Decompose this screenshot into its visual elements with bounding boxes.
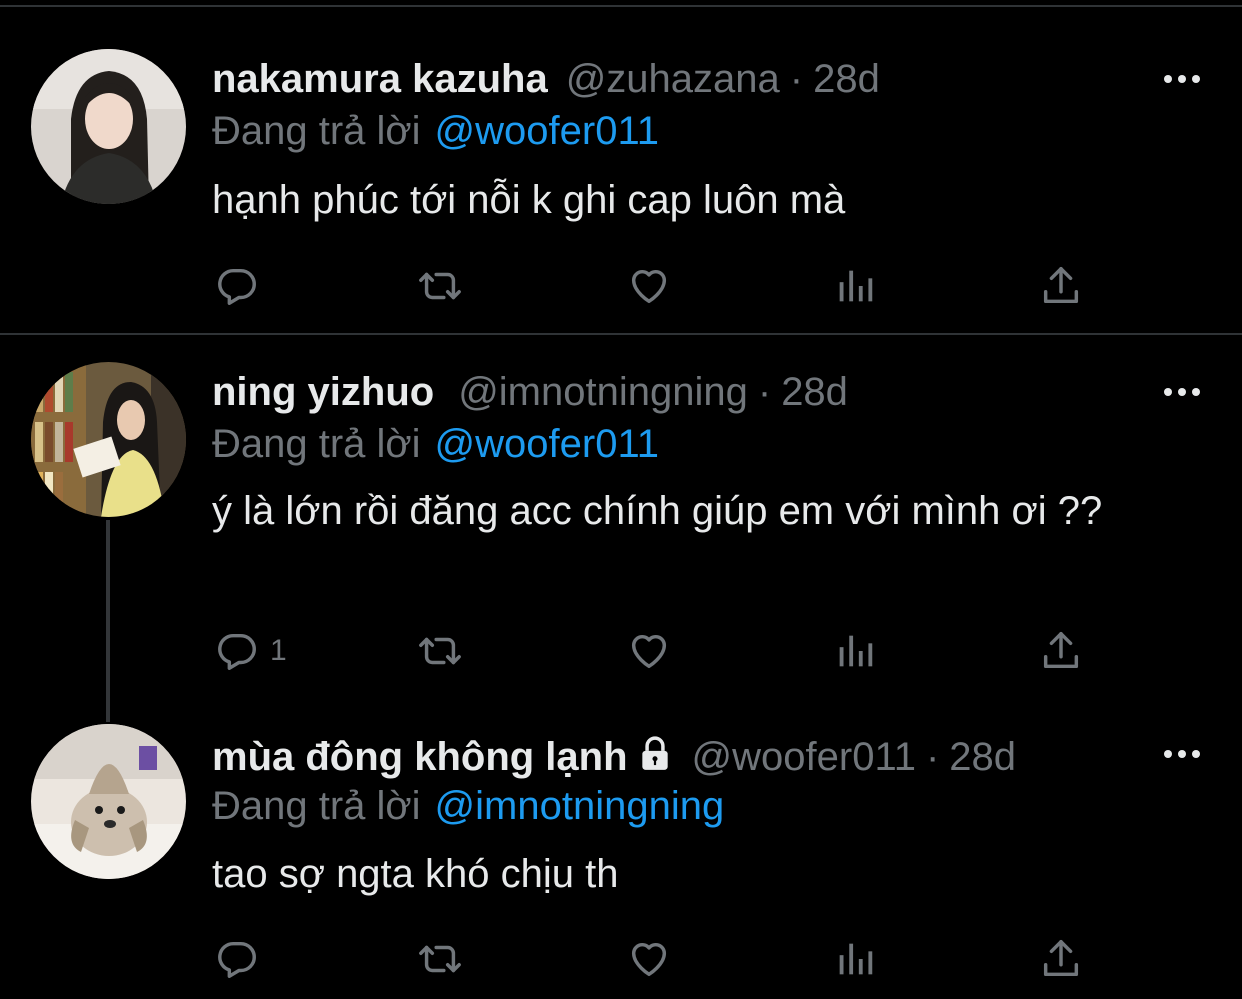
retweet-icon <box>419 272 461 300</box>
avatar[interactable] <box>31 49 186 204</box>
reply-button[interactable]: 1 <box>214 628 287 674</box>
tweet-text: ý là lớn rồi đăng acc chính giúp em với … <box>212 489 1103 533</box>
tweet-text: tao sợ ngta khó chịu th <box>212 852 619 896</box>
like-button[interactable] <box>626 628 672 674</box>
separator-dot: · <box>925 735 940 779</box>
thread-line <box>106 520 110 722</box>
replying-prefix: Đang trả lời <box>212 784 421 828</box>
heart-icon <box>631 634 667 669</box>
display-name[interactable]: ning yizhuo <box>212 368 434 416</box>
tweet-header: mùa đông không lạnh @woofer011 · 28d <box>212 730 1112 781</box>
replying-prefix: Đang trả lời <box>212 109 421 153</box>
reply-icon <box>218 633 256 670</box>
heart-icon <box>631 269 667 304</box>
views-button[interactable] <box>832 263 878 309</box>
timestamp[interactable]: 28d <box>781 368 848 416</box>
user-handle[interactable]: @zuhazana <box>566 55 780 103</box>
tweet-text: hạnh phúc tới nỗi k ghi cap luôn mà <box>212 178 846 222</box>
analytics-icon <box>839 943 873 975</box>
more-icon[interactable] <box>1162 69 1202 89</box>
retweet-button[interactable] <box>417 263 463 309</box>
share-icon <box>1043 632 1079 669</box>
heart-icon <box>631 942 667 977</box>
separator-dot: · <box>789 57 804 101</box>
tweet-header: nakamura kazuha @zuhazana · 28d <box>212 55 1082 103</box>
display-name[interactable]: nakamura kazuha <box>212 55 548 103</box>
tweet-divider <box>0 333 1242 335</box>
timestamp[interactable]: 28d <box>813 55 880 103</box>
analytics-icon <box>839 270 873 302</box>
replying-to: Đang trả lời @imnotningning <box>212 782 724 830</box>
like-button[interactable] <box>626 263 672 309</box>
like-button[interactable] <box>626 936 672 982</box>
avatar[interactable] <box>31 724 186 879</box>
retweet-icon <box>419 945 461 973</box>
share-button[interactable] <box>1038 936 1084 982</box>
display-name[interactable]: mùa đông không lạnh <box>212 733 628 781</box>
mention-link[interactable]: @woofer011 <box>435 422 659 466</box>
replying-to: Đang trả lời @woofer011 <box>212 107 659 155</box>
more-icon[interactable] <box>1162 744 1202 764</box>
more-icon[interactable] <box>1162 382 1202 402</box>
reply-button[interactable] <box>214 936 270 982</box>
avatar[interactable] <box>31 362 186 517</box>
user-handle[interactable]: @woofer011 <box>692 733 916 781</box>
replying-to: Đang trả lời @woofer011 <box>212 420 659 468</box>
tweet-actions: 1 <box>212 628 1092 674</box>
reply-button[interactable] <box>214 263 270 309</box>
reply-count: 1 <box>270 634 287 667</box>
reply-icon <box>218 268 256 305</box>
replying-prefix: Đang trả lời <box>212 422 421 466</box>
timestamp[interactable]: 28d <box>949 733 1016 781</box>
mention-link[interactable]: @imnotningning <box>435 784 725 828</box>
lock-icon <box>641 736 668 770</box>
tweet-actions <box>212 263 1092 309</box>
analytics-icon <box>839 635 873 667</box>
share-icon <box>1043 267 1079 304</box>
views-button[interactable] <box>832 628 878 674</box>
mention-link[interactable]: @woofer011 <box>435 109 659 153</box>
retweet-icon <box>419 637 461 665</box>
retweet-button[interactable] <box>417 936 463 982</box>
separator-dot: · <box>757 370 772 414</box>
retweet-button[interactable] <box>417 628 463 674</box>
tweet-actions <box>212 936 1092 982</box>
share-button[interactable] <box>1038 263 1084 309</box>
share-icon <box>1043 940 1079 977</box>
user-handle[interactable]: @imnotningning <box>458 368 748 416</box>
views-button[interactable] <box>832 936 878 982</box>
share-button[interactable] <box>1038 628 1084 674</box>
reply-icon <box>218 941 256 978</box>
top-divider <box>0 5 1242 7</box>
tweet-header: ning yizhuo @imnotningning · 28d <box>212 368 1082 416</box>
